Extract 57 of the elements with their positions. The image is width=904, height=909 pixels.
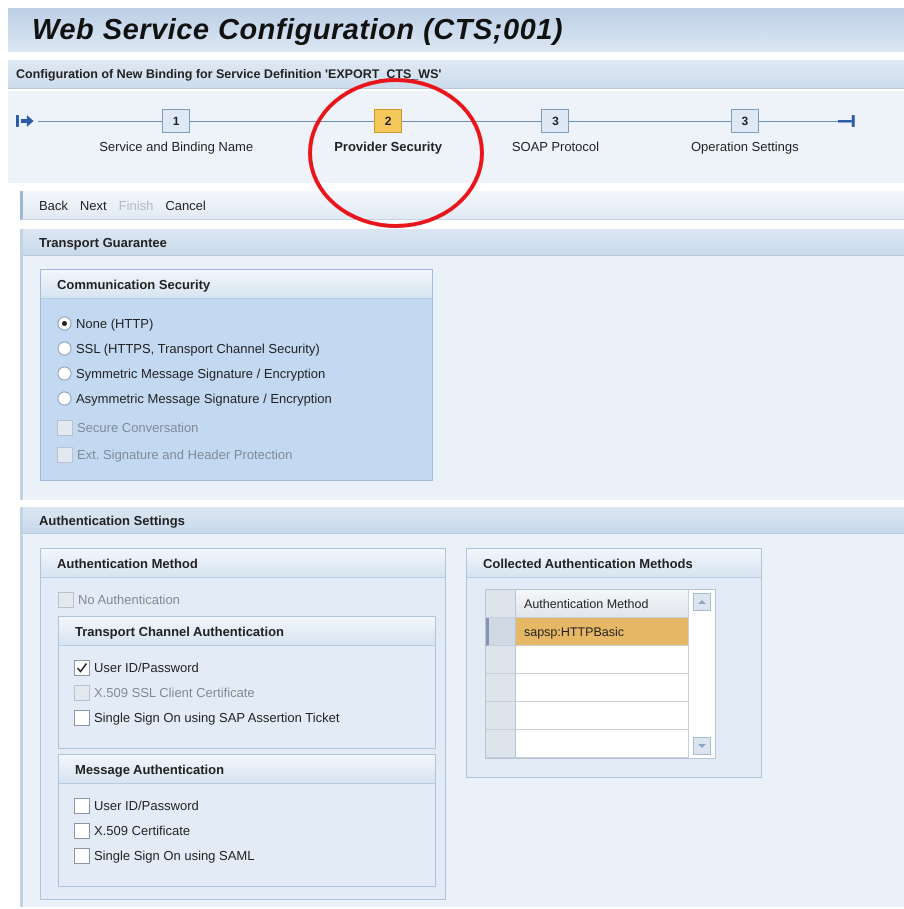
group-header: Collected Authentication Methods: [467, 549, 761, 578]
checkbox[interactable]: [74, 660, 90, 676]
step-label: Provider Security: [334, 139, 442, 154]
step-number: 3: [730, 109, 759, 133]
roadmap-step[interactable]: 3 SOAP Protocol: [482, 109, 630, 154]
roadmap-start-icon: [16, 114, 34, 128]
step-number: 2: [374, 109, 402, 133]
option-label: Symmetric Message Signature / Encryption: [76, 366, 326, 381]
column-header: Authentication Method: [516, 590, 688, 618]
group-header: Authentication Method: [41, 549, 445, 578]
option-label: X.509 Certificate: [94, 823, 190, 838]
radio-button[interactable]: [57, 391, 72, 406]
checkbox[interactable]: [74, 798, 90, 814]
radio-button[interactable]: [57, 366, 72, 381]
radio-button[interactable]: [57, 316, 72, 331]
option-label: SSL (HTTPS, Transport Channel Security): [76, 341, 320, 356]
group-header: Transport Guarantee: [23, 229, 904, 256]
row-selector[interactable]: [486, 702, 516, 730]
step-label: Operation Settings: [690, 139, 799, 154]
group-header: Authentication Settings: [23, 507, 904, 534]
option-label: User ID/Password: [94, 798, 199, 813]
group-header: Message Authentication: [59, 755, 435, 784]
radio-button[interactable]: [57, 341, 72, 356]
row-selector[interactable]: [486, 646, 516, 674]
checkbox[interactable]: [74, 822, 90, 838]
option-label: No Authentication: [78, 592, 180, 607]
roadmap-step[interactable]: 2 Provider Security: [294, 109, 482, 154]
step-number: 3: [541, 109, 570, 133]
option-label: User ID/Password: [94, 660, 199, 675]
checkbox[interactable]: [74, 710, 90, 726]
group-header: Communication Security: [41, 270, 432, 299]
option-label: None (HTTP): [76, 316, 154, 331]
group-header: Transport Channel Authentication: [59, 617, 435, 646]
option-label: Single Sign On using SAP Assertion Ticket: [94, 710, 340, 725]
window-title: Web Service Configuration (CTS;001): [8, 8, 904, 52]
table-cell: sapsp:HTTPBasic: [516, 618, 688, 646]
toolbar-button[interactable]: Cancel: [165, 196, 206, 214]
subtitle-bar: Configuration of New Binding for Service Definition 'EXPORT_CTS_WS': [8, 60, 904, 89]
option-label: Asymmetric Message Signature / Encryption: [76, 391, 332, 406]
step-number: 1: [162, 109, 190, 133]
row-selector[interactable]: [486, 674, 516, 702]
row-selector[interactable]: [486, 730, 516, 758]
option-label: Single Sign On using SAML: [94, 848, 254, 863]
step-label: SOAP Protocol: [512, 139, 600, 154]
roadmap-end-icon: [838, 114, 856, 128]
scroll-up-icon[interactable]: [693, 593, 711, 611]
toolbar-button[interactable]: Next: [80, 196, 107, 214]
roadmap-step[interactable]: 3 Operation Settings: [651, 109, 838, 154]
roadmap-step[interactable]: 1 Service and Binding Name: [78, 109, 275, 154]
step-label: Service and Binding Name: [99, 139, 254, 154]
option-label: Secure Conversation: [77, 420, 198, 435]
checkbox[interactable]: [74, 848, 90, 864]
row-selector[interactable]: [486, 618, 516, 646]
option-label: X.509 SSL Client Certificate: [94, 685, 255, 700]
toolbar-button[interactable]: Back: [39, 196, 68, 214]
option-label: Ext. Signature and Header Protection: [77, 447, 292, 462]
scroll-down-icon[interactable]: [693, 737, 711, 755]
